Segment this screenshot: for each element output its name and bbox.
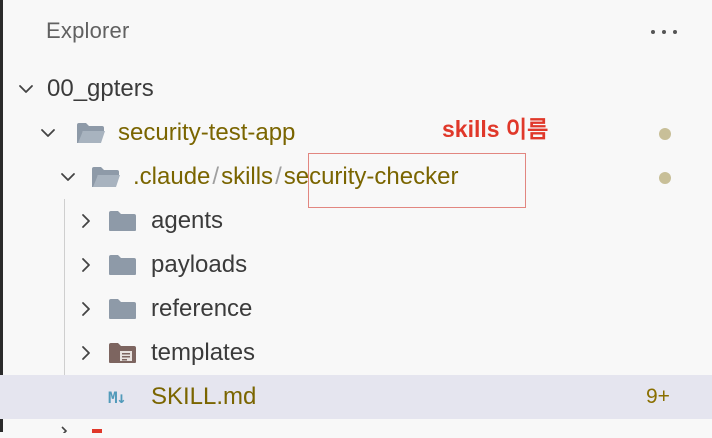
folder-open-icon bbox=[91, 165, 121, 189]
tree-item-root[interactable]: 00_gpters bbox=[0, 67, 712, 111]
tree-item-payloads[interactable]: payloads bbox=[0, 243, 712, 287]
tree-item-label: reference bbox=[151, 295, 253, 322]
ellipsis-icon[interactable] bbox=[646, 18, 682, 46]
chevron-down-icon bbox=[18, 81, 34, 97]
path-separator: / bbox=[212, 163, 220, 190]
folder-icon bbox=[108, 209, 138, 233]
tree-item-reference[interactable]: reference bbox=[0, 287, 712, 331]
templates-folder-icon bbox=[108, 341, 138, 365]
tree-item-label: templates bbox=[151, 339, 256, 366]
folder-open-icon bbox=[76, 121, 106, 145]
path-separator: / bbox=[275, 163, 282, 190]
tree-item-label: agents bbox=[151, 207, 224, 234]
next-row-peek bbox=[0, 420, 712, 436]
tree-item-agents[interactable]: agents bbox=[0, 199, 712, 243]
folder-icon bbox=[108, 253, 138, 277]
tree-item-skill-md[interactable]: M↓ SKILL.md 9+ bbox=[0, 375, 712, 419]
chevron-right-icon bbox=[78, 257, 94, 273]
explorer-title: Explorer bbox=[46, 18, 130, 43]
chevron-down-icon bbox=[60, 169, 76, 185]
tree-item-label: 00_gpters bbox=[47, 75, 154, 102]
modified-dot-icon bbox=[659, 172, 671, 184]
tree-item-label: payloads bbox=[151, 251, 248, 278]
tree-item-label: security-test-app bbox=[118, 119, 296, 146]
explorer-header: Explorer bbox=[0, 0, 712, 64]
chevron-right-icon bbox=[78, 345, 94, 361]
markdown-icon: M↓ bbox=[108, 388, 126, 407]
tree-item-templates[interactable]: templates bbox=[0, 331, 712, 375]
annotation-label: skills 이름 bbox=[442, 116, 549, 142]
problems-badge: 9+ bbox=[646, 385, 670, 408]
modified-dot-icon bbox=[659, 128, 671, 140]
folder-icon bbox=[108, 297, 138, 321]
chevron-right-icon bbox=[78, 301, 94, 317]
tree-item-label: SKILL.md bbox=[151, 383, 257, 410]
tree-item-project[interactable]: security-test-app bbox=[0, 111, 712, 155]
path-segment-claude[interactable]: .claude bbox=[133, 163, 210, 190]
chevron-down-icon bbox=[40, 125, 56, 141]
chevron-right-icon bbox=[78, 213, 94, 229]
path-segment-skills[interactable]: skills bbox=[221, 163, 273, 190]
